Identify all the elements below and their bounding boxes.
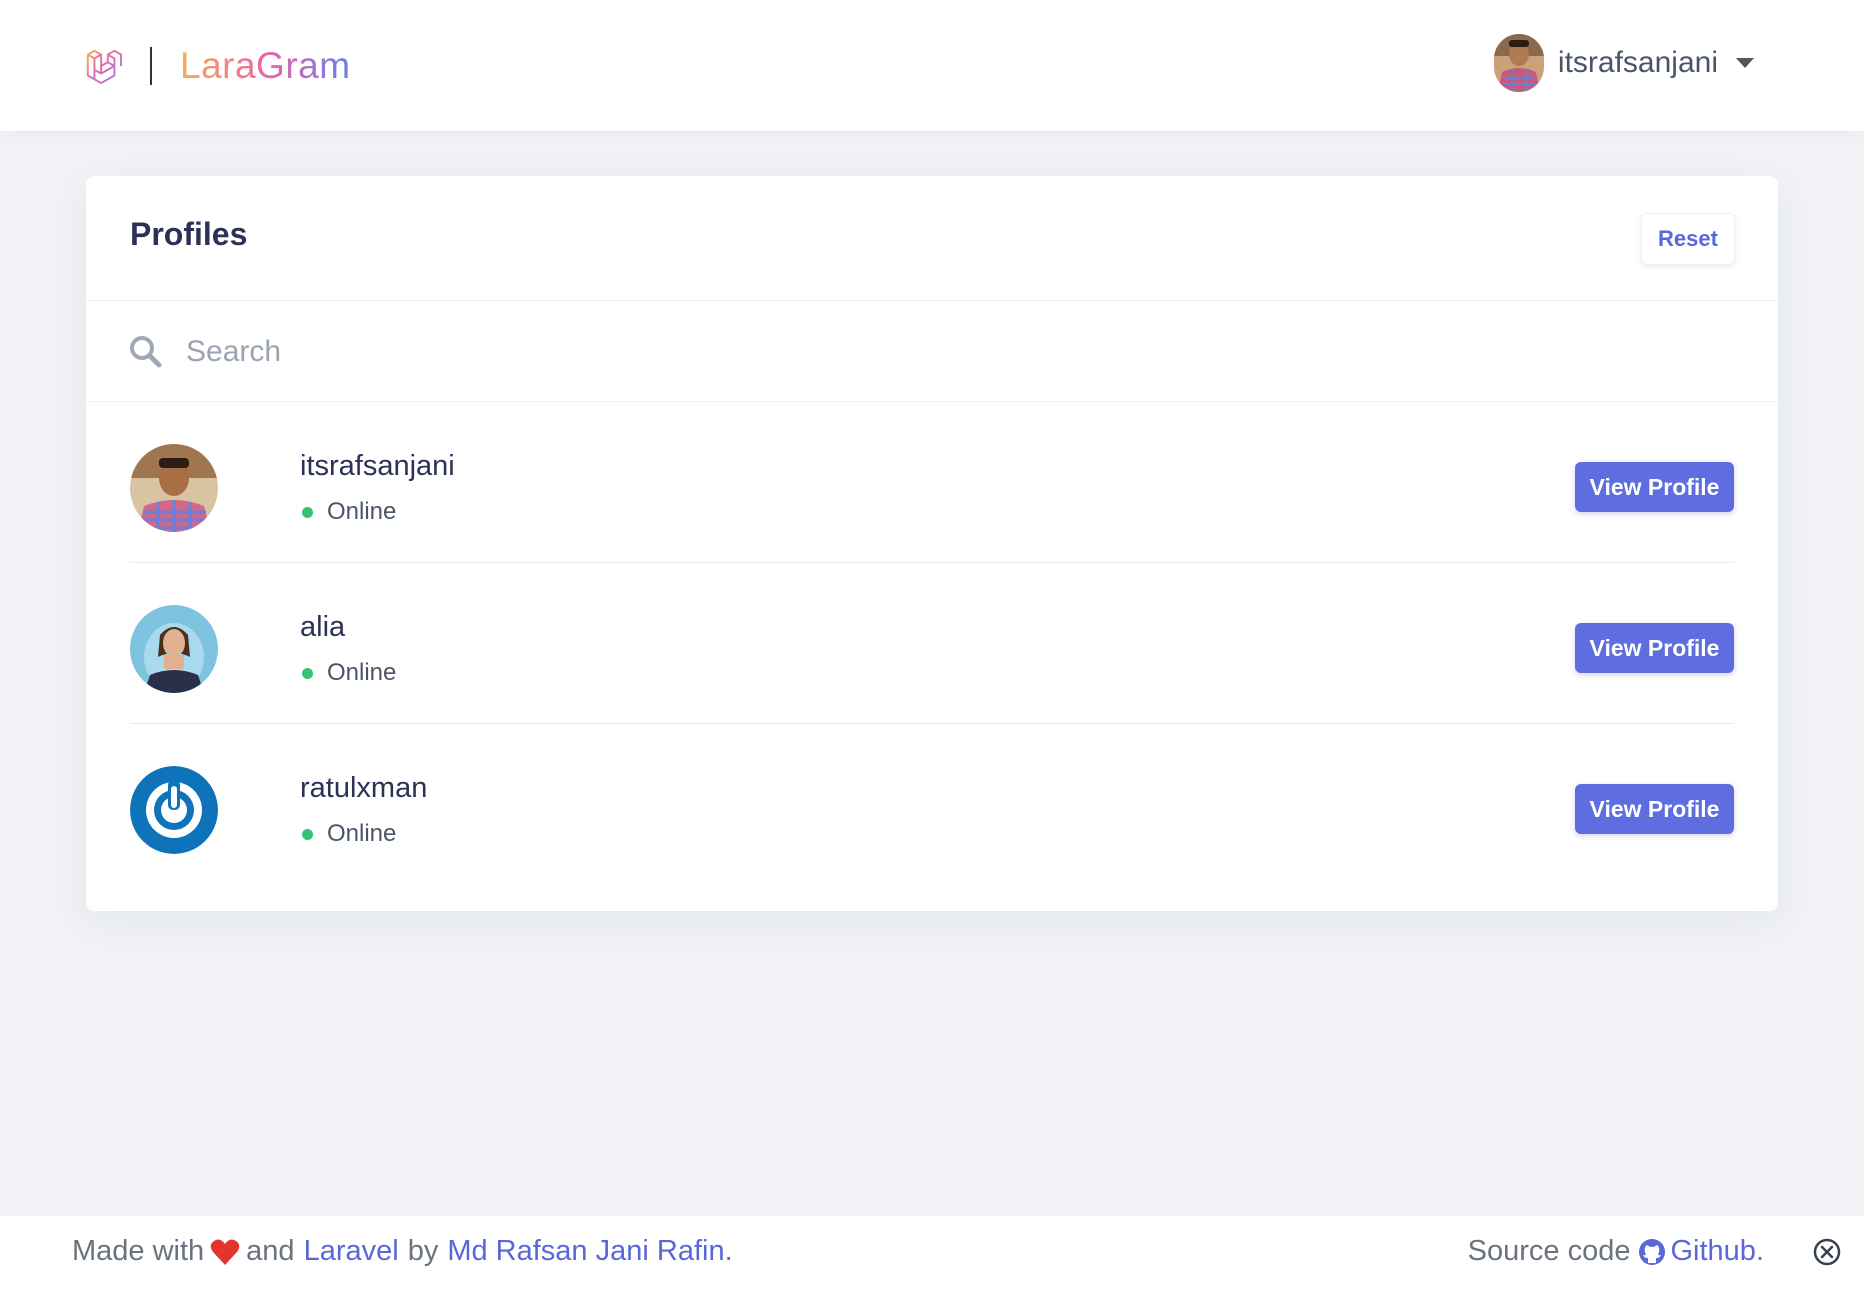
author-link[interactable]: Md Rafsan Jani Rafin [447, 1235, 724, 1268]
view-profile-button[interactable]: View Profile [1575, 462, 1734, 512]
view-profile-button[interactable]: View Profile [1575, 784, 1734, 834]
profile-row: ratulxman Online View Profile [130, 724, 1734, 884]
search-bar [86, 301, 1778, 402]
status-text: Online [327, 498, 397, 525]
reset-button[interactable]: Reset [1641, 213, 1735, 265]
close-circle-icon[interactable] [1812, 1237, 1842, 1267]
profile-avatar[interactable] [130, 444, 218, 532]
footer-source-code: Source code [1467, 1235, 1631, 1267]
profile-row: alia Online View Profile [130, 563, 1734, 724]
footer-made-with: Made with [72, 1235, 205, 1267]
profile-username[interactable]: ratulxman [300, 772, 427, 805]
top-navbar: LaraGram itsrafsanjani [0, 0, 1864, 131]
card-title: Profiles [130, 216, 248, 252]
github-link[interactable]: Github [1670, 1235, 1755, 1268]
footer-period-2: . [1755, 1235, 1764, 1267]
search-input[interactable] [184, 326, 1688, 378]
footer-source: Source code Github. [1468, 1235, 1764, 1268]
search-icon [130, 336, 162, 368]
brand-name[interactable]: LaraGram [180, 45, 351, 87]
footer: Made with and Laravel by Md Rafsan Jani … [0, 1215, 1864, 1290]
profile-username[interactable]: alia [300, 611, 345, 644]
profile-username[interactable]: itsrafsanjani [300, 450, 455, 483]
online-dot-icon [302, 506, 313, 518]
status-text: Online [327, 820, 397, 847]
profiles-card: Profiles Reset itsrafsanjani [86, 176, 1778, 911]
profile-avatar[interactable] [130, 605, 218, 693]
github-icon [1639, 1238, 1666, 1265]
footer-and: and [246, 1235, 295, 1267]
footer-credits: Made with and Laravel by Md Rafsan Jani … [72, 1235, 733, 1268]
card-header: Profiles Reset [86, 176, 1778, 301]
brand-separator [150, 47, 152, 85]
online-dot-icon [302, 667, 313, 679]
heart-icon [210, 1239, 240, 1265]
user-avatar [1493, 34, 1544, 92]
brand[interactable]: LaraGram [84, 44, 351, 88]
profile-row: itsrafsanjani Online View Profile [130, 402, 1734, 563]
status-indicator: Online [302, 659, 396, 687]
footer-by: by [407, 1235, 439, 1267]
footer-period: . [724, 1235, 733, 1267]
user-menu-dropdown[interactable]: itsrafsanjani [1493, 34, 1754, 92]
profile-avatar[interactable] [130, 766, 218, 854]
online-dot-icon [302, 828, 313, 840]
status-indicator: Online [302, 498, 396, 526]
caret-down-icon [1736, 58, 1754, 68]
profile-list: itsrafsanjani Online View Profile alia O… [130, 402, 1734, 884]
status-indicator: Online [302, 820, 396, 848]
user-name: itsrafsanjani [1557, 46, 1718, 79]
laravel-link[interactable]: Laravel [304, 1235, 399, 1268]
laravel-logo-icon [86, 49, 122, 85]
view-profile-button[interactable]: View Profile [1575, 623, 1734, 673]
status-text: Online [327, 659, 397, 686]
